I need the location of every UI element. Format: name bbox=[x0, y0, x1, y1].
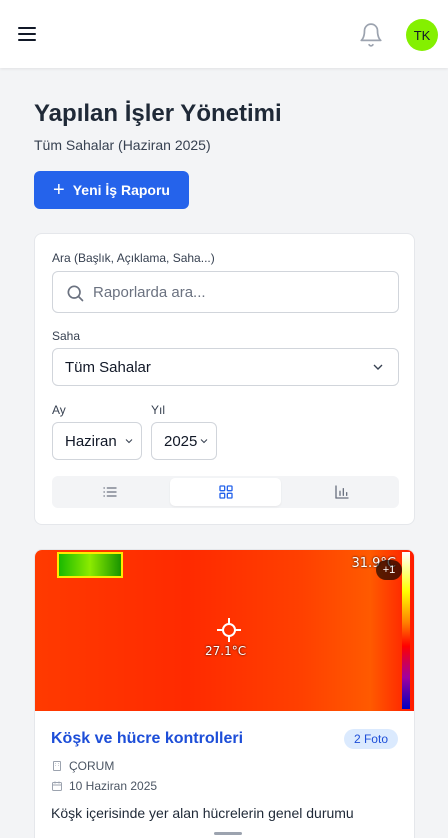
chart-view-button[interactable] bbox=[286, 478, 397, 506]
site-select-value: Tüm Sahalar bbox=[65, 358, 151, 376]
filter-card: Ara (Başlık, Açıklama, Saha...) Saha Tüm… bbox=[34, 233, 415, 525]
building-icon bbox=[53, 761, 61, 771]
new-report-label: Yeni İş Raporu bbox=[72, 182, 170, 198]
list-view-button[interactable] bbox=[54, 478, 165, 506]
thermal-image[interactable]: 31.9°C 27.1°C +1 bbox=[35, 550, 414, 711]
page-subtitle: Tüm Sahalar (Haziran 2025) bbox=[34, 137, 211, 153]
new-report-button[interactable]: + Yeni İş Raporu bbox=[34, 171, 189, 209]
site-label: Saha bbox=[52, 329, 81, 343]
year-select[interactable]: 2025 bbox=[151, 422, 217, 460]
bell-icon[interactable] bbox=[358, 22, 384, 48]
thermal-color-scale bbox=[402, 552, 410, 709]
photo-count-badge: 2 Foto bbox=[343, 729, 398, 749]
report-site: ÇORUM bbox=[51, 759, 114, 773]
hamburger-icon[interactable] bbox=[18, 22, 42, 46]
report-date-text: 10 Haziran 2025 bbox=[69, 779, 158, 793]
top-bar: TK bbox=[0, 0, 448, 68]
site-select[interactable]: Tüm Sahalar bbox=[52, 348, 399, 386]
report-description: Köşk içerisinde yer alan hücrelerin gene… bbox=[51, 805, 354, 821]
month-select-value: Haziran bbox=[65, 432, 117, 450]
page-title: Yapılan İşler Yönetimi bbox=[34, 100, 282, 127]
search-icon bbox=[67, 285, 84, 302]
month-label: Ay bbox=[52, 403, 66, 417]
search-label: Ara (Başlık, Açıklama, Saha...) bbox=[52, 251, 215, 265]
view-toggle bbox=[52, 476, 399, 508]
plus-icon: + bbox=[53, 179, 65, 201]
report-card[interactable]: 31.9°C 27.1°C +1 Köşk ve hücre kontrolle… bbox=[34, 549, 415, 838]
year-label: Yıl bbox=[151, 403, 166, 417]
chart-icon bbox=[334, 485, 349, 499]
thermal-hotspot bbox=[57, 552, 123, 578]
chevron-down-icon bbox=[200, 439, 208, 444]
grid-icon bbox=[218, 485, 233, 499]
avatar[interactable]: TK bbox=[406, 19, 438, 51]
chevron-down-icon bbox=[373, 364, 383, 370]
search-field[interactable] bbox=[52, 271, 399, 313]
report-site-text: ÇORUM bbox=[69, 759, 115, 773]
chevron-down-icon bbox=[125, 439, 133, 444]
extra-photos-badge[interactable]: +1 bbox=[376, 560, 402, 580]
crosshair-icon bbox=[217, 618, 241, 642]
calendar-icon bbox=[52, 781, 62, 791]
search-input[interactable] bbox=[93, 272, 393, 312]
list-icon bbox=[102, 487, 117, 497]
year-select-value: 2025 bbox=[164, 432, 198, 450]
month-select[interactable]: Haziran bbox=[52, 422, 142, 460]
grid-view-button[interactable] bbox=[170, 478, 281, 506]
thermal-center-temp: 27.1°C bbox=[205, 644, 247, 658]
report-date: 10 Haziran 2025 bbox=[51, 779, 157, 793]
report-title[interactable]: Köşk ve hücre kontrolleri bbox=[51, 730, 243, 748]
home-indicator bbox=[214, 832, 242, 835]
